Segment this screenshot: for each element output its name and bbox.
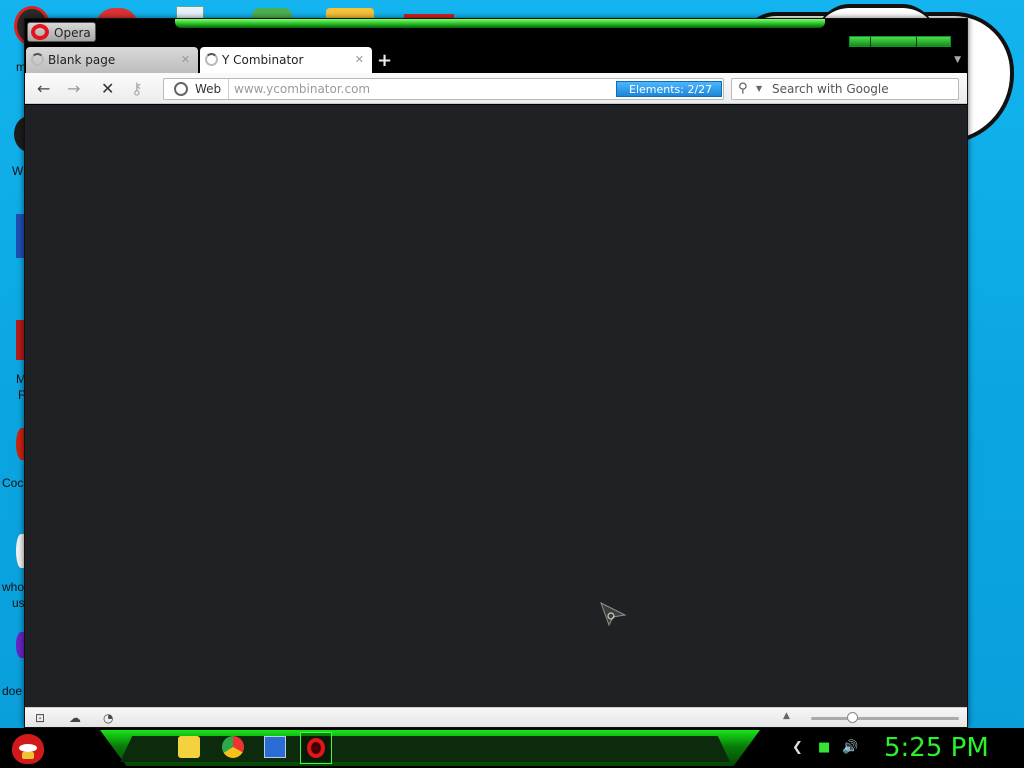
zoom-menu-icon[interactable]: ▲ xyxy=(783,711,790,721)
elements-counter-badge[interactable]: Elements: 2/27 xyxy=(616,81,722,97)
zoom-slider-handle[interactable] xyxy=(847,712,858,723)
desktop-icon-label: doe xyxy=(2,684,23,698)
desktop-icon-label: W xyxy=(12,164,24,178)
navigation-toolbar: ← → ✕ ⚷ Web www.ycombinator.com Elements… xyxy=(25,73,967,104)
loading-icon xyxy=(205,53,218,66)
tab-label: Blank page xyxy=(48,53,116,67)
search-engine-dropdown-icon[interactable]: ▼ xyxy=(756,84,762,93)
opera-unite-cloud-icon[interactable]: ☁ xyxy=(69,711,81,725)
address-bar[interactable]: Web www.ycombinator.com Elements: 2/27 xyxy=(163,78,724,100)
status-bar: ⊡ ☁ ◔ ▲ xyxy=(25,707,967,727)
tab-menu-chevron-icon[interactable]: ▼ xyxy=(954,55,961,65)
globe-icon xyxy=(174,82,188,96)
desktop-icon-label: us xyxy=(12,596,25,610)
zoom-slider-track[interactable] xyxy=(811,717,959,720)
tab-blank-page[interactable]: Blank page ✕ xyxy=(26,47,198,73)
browser-window: Opera Blank page ✕ Y Combinator ✕ + ▼ ← … xyxy=(24,18,968,728)
mouse-cursor-icon xyxy=(600,601,627,627)
tray-monitor-icon[interactable]: ■ xyxy=(818,740,830,755)
forward-arrow-icon[interactable]: → xyxy=(67,79,80,98)
title-glow xyxy=(175,19,825,28)
tray-volume-icon[interactable]: 🔊 xyxy=(842,740,858,755)
panel-toggle-icon[interactable]: ⊡ xyxy=(35,711,45,725)
desktop-icon-label: who xyxy=(2,580,25,594)
desktop-window-icon[interactable] xyxy=(16,214,24,258)
address-divider xyxy=(228,79,229,99)
address-input[interactable]: www.ycombinator.com xyxy=(234,82,370,96)
taskbar-settings-icon[interactable] xyxy=(264,736,286,758)
tray-arrow-icon[interactable]: ❮ xyxy=(792,740,803,755)
tab-label: Y Combinator xyxy=(222,53,304,67)
tab-close-icon[interactable]: ✕ xyxy=(355,53,364,66)
loading-icon xyxy=(31,53,44,66)
key-icon[interactable]: ⚷ xyxy=(131,79,143,98)
taskbar-folder-icon[interactable] xyxy=(178,736,200,758)
opera-logo-icon xyxy=(31,24,49,40)
address-scope-label: Web xyxy=(195,82,222,96)
back-arrow-icon[interactable]: ← xyxy=(37,79,50,98)
maximize-divider xyxy=(916,37,917,47)
start-angry-bird-icon[interactable] xyxy=(12,734,44,764)
page-content[interactable] xyxy=(25,105,967,707)
taskbar: ❮ ■ 🔊 5:25 PM xyxy=(0,728,1024,768)
taskbar-opera-icon xyxy=(307,738,325,758)
turbo-speed-icon[interactable]: ◔ xyxy=(103,711,113,725)
desktop-icon-label: Coc xyxy=(2,476,24,490)
tab-bar: Blank page ✕ Y Combinator ✕ + ▼ xyxy=(25,47,967,73)
system-clock[interactable]: 5:25 PM xyxy=(884,733,989,763)
search-input[interactable]: Search with Google xyxy=(772,82,889,96)
opera-menu-button[interactable]: Opera xyxy=(27,22,96,42)
new-tab-button[interactable]: + xyxy=(377,50,392,71)
tab-y-combinator[interactable]: Y Combinator ✕ xyxy=(200,47,372,73)
tab-close-icon[interactable]: ✕ xyxy=(181,53,190,66)
window-controls[interactable] xyxy=(849,36,951,47)
taskbar-dark-strip xyxy=(120,736,730,762)
taskbar-chrome-icon[interactable] xyxy=(222,736,244,758)
minimize-divider xyxy=(870,37,871,47)
taskbar-opera-active[interactable] xyxy=(300,732,332,764)
search-field[interactable]: ⚲ ▼ Search with Google xyxy=(731,78,959,100)
stop-loading-icon[interactable]: ✕ xyxy=(101,79,114,98)
search-icon: ⚲ xyxy=(738,81,748,96)
opera-menu-label: Opera xyxy=(54,26,91,40)
